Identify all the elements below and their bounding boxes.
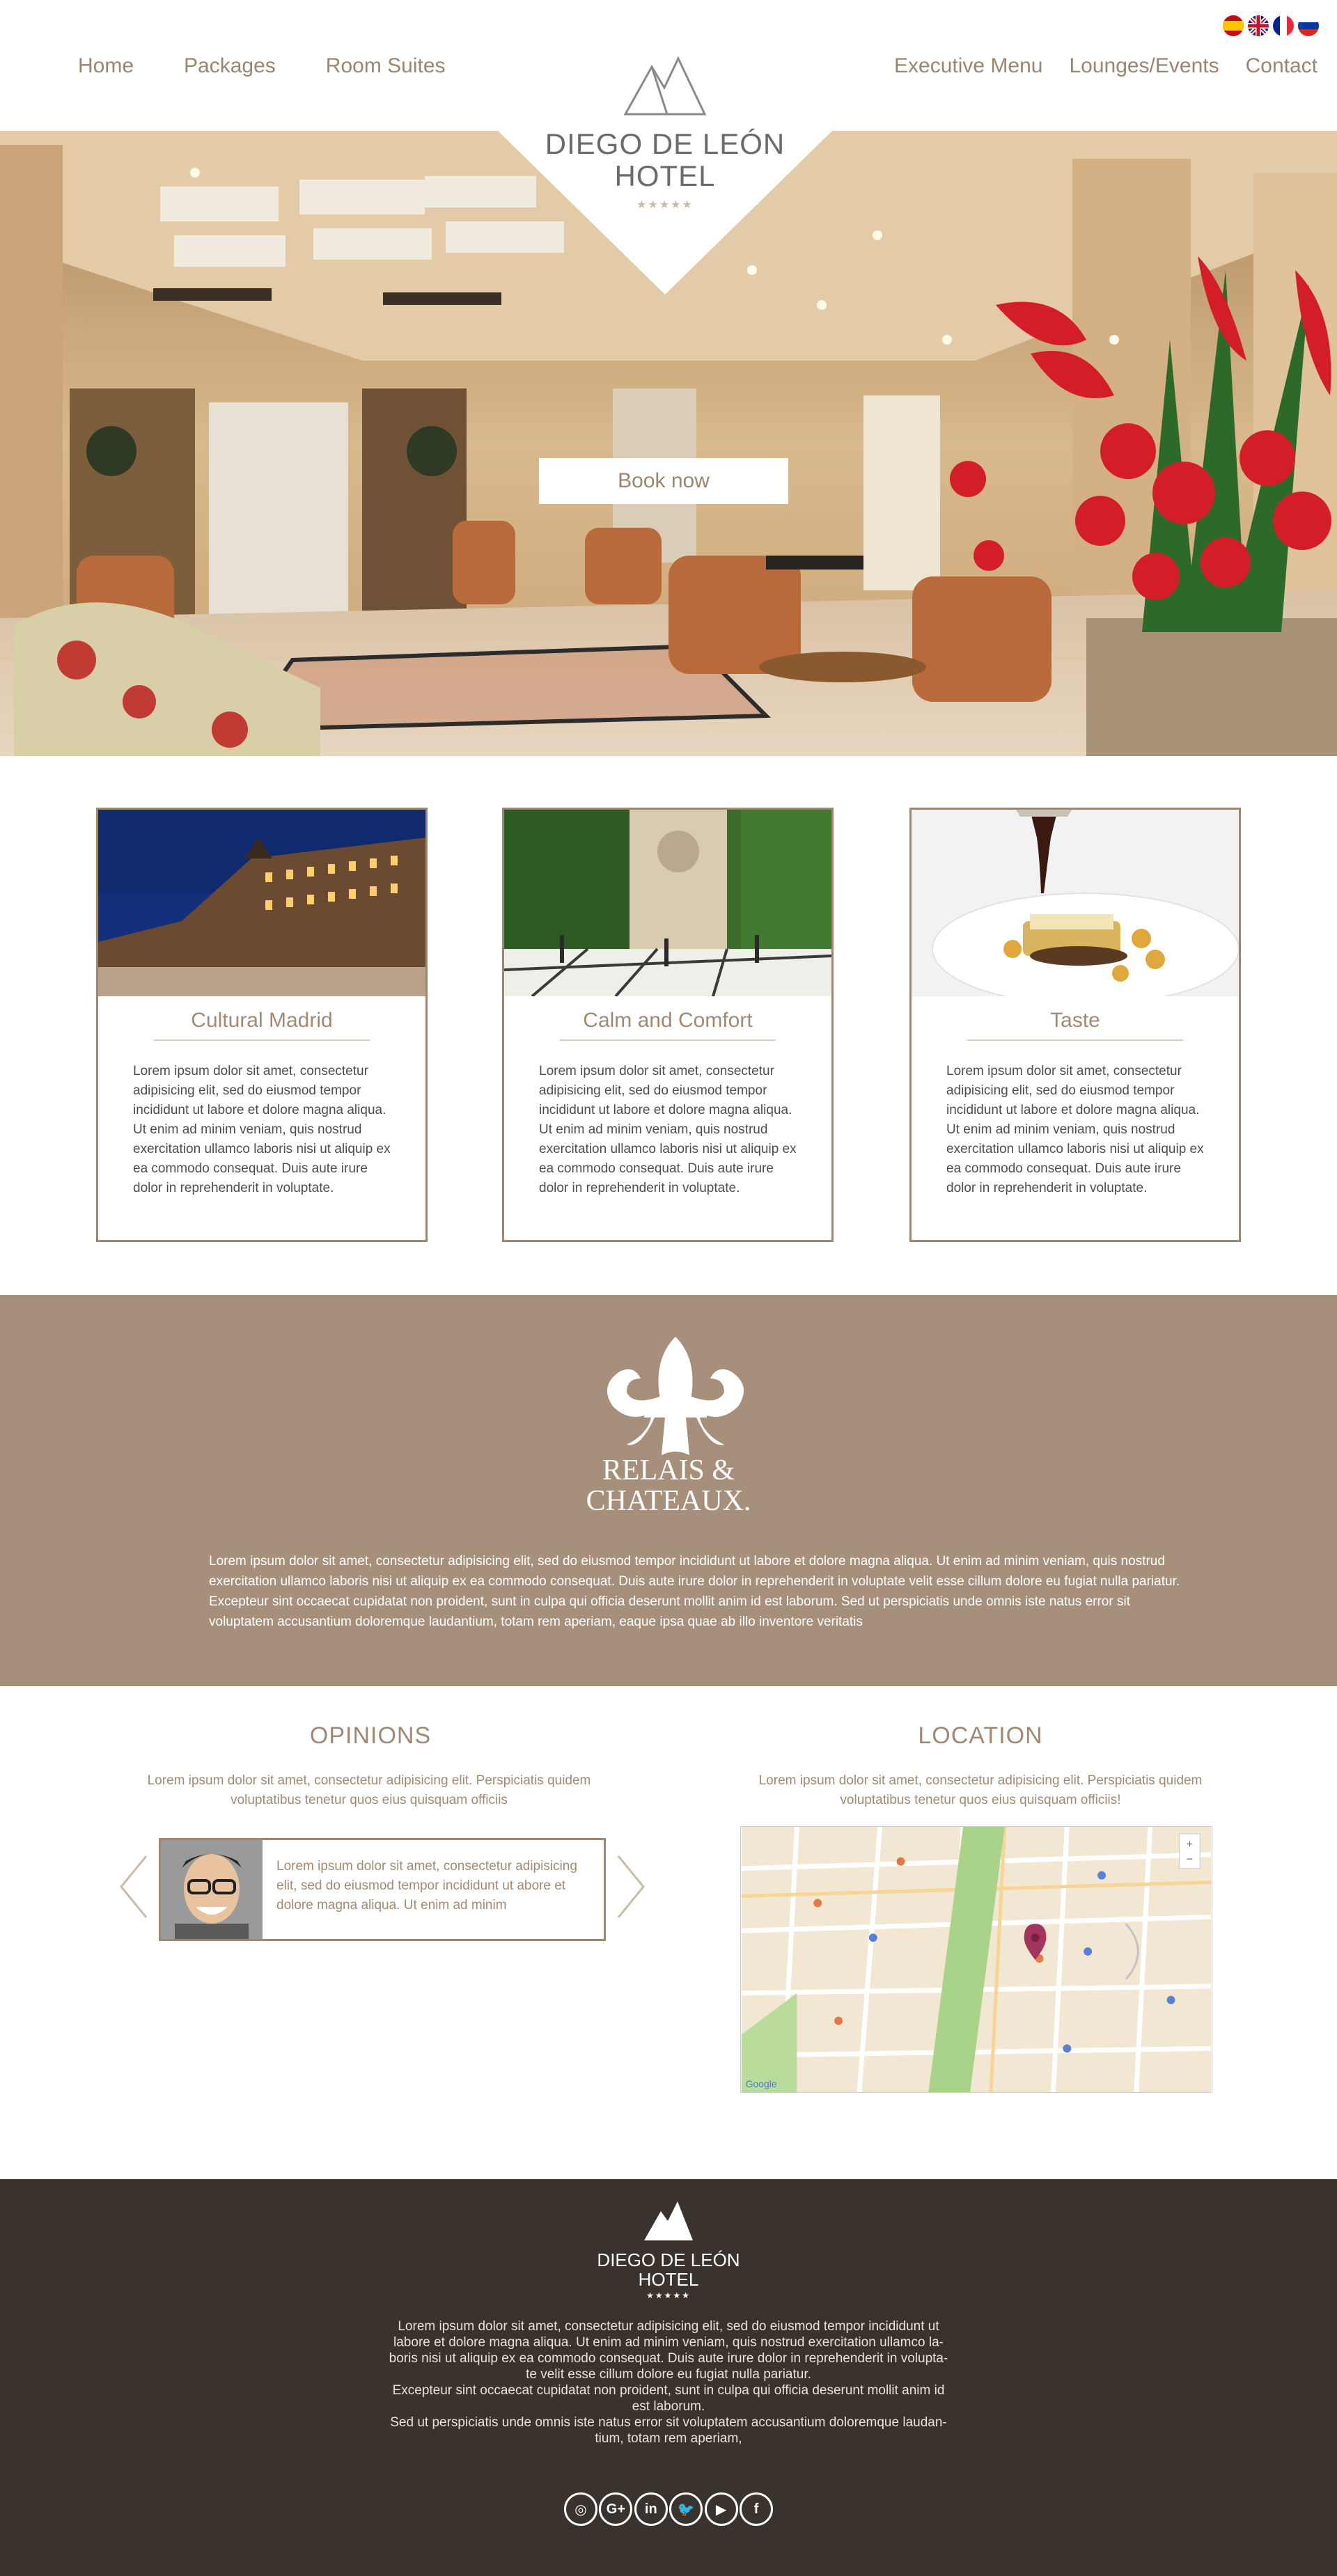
card-cultural-madrid[interactable]: Cultural Madrid Lorem ipsum dolor sit am… xyxy=(96,808,428,1242)
footer-text-line: est laborum. xyxy=(632,2399,705,2414)
nav-room-suites[interactable]: Room Suites xyxy=(326,54,446,78)
facebook-icon[interactable]: f xyxy=(739,2492,773,2526)
primary-nav-right: Executive Menu Lounges/Events Contact xyxy=(868,54,1318,78)
hotel-logo-mountains-icon[interactable] xyxy=(624,53,706,117)
prev-testimonial-arrow-icon[interactable] xyxy=(118,1853,149,1920)
google-plus-icon[interactable]: G+ xyxy=(599,2492,633,2526)
card-title: Taste xyxy=(1050,1009,1100,1032)
relais-name-line-1: RELAIS & xyxy=(602,1454,735,1486)
es-flag-icon[interactable] xyxy=(1223,15,1244,36)
plaza-mayor-photo xyxy=(98,810,425,996)
card-text: Lorem ipsum dolor sit amet, consectetur … xyxy=(539,1064,797,1195)
next-testimonial-arrow-icon[interactable] xyxy=(616,1853,646,1920)
testimonial-card: Lorem ipsum dolor sit amet, consectetur … xyxy=(159,1838,606,1941)
reviewer-avatar xyxy=(161,1840,263,1939)
footer-text-line: Sed ut perspiciatis unde omnis iste natu… xyxy=(390,2415,947,2430)
footer-text-line: te velit esse cillum dolore eu fugiat nu… xyxy=(526,2367,811,2382)
footer-hotel-name: DIEGO DE LEÓN HOTEL xyxy=(529,2250,808,2289)
footer-text-line: tium, totam rem aperiam, xyxy=(595,2431,742,2446)
nav-executive-menu[interactable]: Executive Menu xyxy=(894,54,1042,78)
nav-lounges-events[interactable]: Lounges/Events xyxy=(1069,54,1219,78)
linkedin-icon[interactable]: in xyxy=(634,2492,668,2526)
nav-home[interactable]: Home xyxy=(78,54,134,78)
social-links: ◎ G+ in 🐦 ▶ f xyxy=(564,2492,773,2526)
footer-name-line-1: DIEGO DE LEÓN xyxy=(597,2249,740,2270)
footer-text-line: boris nisi ut aliquip ex ea commodo cons… xyxy=(389,2351,948,2366)
fr-flag-icon[interactable] xyxy=(1273,15,1294,36)
card-title: Cultural Madrid xyxy=(191,1009,333,1032)
opinions-title: OPINIONS xyxy=(309,1722,432,1749)
card-divider xyxy=(967,1039,1183,1041)
svg-text:+: + xyxy=(1187,1839,1193,1851)
relais-name-line-2: CHATEAUX. xyxy=(586,1485,751,1517)
logo-line-2: HOTEL xyxy=(614,159,716,192)
location-subtitle: Lorem ipsum dolor sit amet, consectetur … xyxy=(758,1773,1203,1807)
footer-text-line: labore et dolore magna aliqua. Ut enim a… xyxy=(393,2335,944,2350)
book-now-button[interactable]: Book now xyxy=(539,458,788,504)
footer-text-line: Lorem ipsum dolor sit amet, consectetur … xyxy=(398,2319,939,2334)
garden-terrace-photo xyxy=(504,810,831,996)
card-text: Lorem ipsum dolor sit amet, consectetur … xyxy=(133,1064,391,1195)
language-switcher xyxy=(1223,15,1319,36)
footer-description: Lorem ipsum dolor sit amet, consectetur … xyxy=(362,2318,975,2447)
nav-packages[interactable]: Packages xyxy=(184,54,276,78)
relais-description: Lorem ipsum dolor sit amet, consectetur … xyxy=(209,1554,1180,1629)
instagram-icon[interactable]: ◎ xyxy=(564,2492,597,2526)
twitter-icon[interactable]: 🐦 xyxy=(669,2492,703,2526)
card-title: Calm and Comfort xyxy=(583,1009,753,1032)
svg-text:−: − xyxy=(1187,1854,1193,1866)
gourmet-dish-photo xyxy=(912,810,1239,996)
map-credit: Google xyxy=(746,2078,777,2089)
nav-contact[interactable]: Contact xyxy=(1246,54,1318,78)
feature-cards: Cultural Madrid Lorem ipsum dolor sit am… xyxy=(0,808,1337,1243)
card-divider xyxy=(154,1039,370,1041)
primary-nav-left: Home Packages Room Suites xyxy=(78,54,496,78)
footer-text-line: Excepteur sint occaecat cupidatat non pr… xyxy=(392,2383,945,2398)
footer-stars: ★★★★★ xyxy=(646,2291,691,2300)
relais-chateaux-logo[interactable]: RELAIS & CHATEAUX. xyxy=(529,1455,808,1516)
footer-logo-mountain-icon[interactable] xyxy=(643,2200,694,2242)
card-divider xyxy=(560,1039,776,1041)
card-taste[interactable]: Taste Lorem ipsum dolor sit amet, consec… xyxy=(909,808,1241,1242)
opinions-subtitle: Lorem ipsum dolor sit amet, consectetur … xyxy=(147,1773,591,1807)
relais-chateaux-band: RELAIS & CHATEAUX. Lorem ipsum dolor sit… xyxy=(0,1295,1337,1686)
testimonial-text: Lorem ipsum dolor sit amet, consectetur … xyxy=(276,1859,577,1913)
location-title: LOCATION xyxy=(918,1722,1043,1749)
logo-line-1: DIEGO DE LEÓN xyxy=(545,127,785,160)
location-map[interactable]: + − Google xyxy=(740,1826,1212,2093)
uk-flag-icon[interactable] xyxy=(1248,15,1269,36)
hotel-logo[interactable]: DIEGO DE LEÓN HOTEL ★★★★★ xyxy=(498,128,832,212)
ru-flag-icon[interactable] xyxy=(1298,15,1319,36)
logo-stars: ★★★★★ xyxy=(636,199,694,211)
card-calm-and-comfort[interactable]: Calm and Comfort Lorem ipsum dolor sit a… xyxy=(502,808,834,1242)
card-text: Lorem ipsum dolor sit amet, consectetur … xyxy=(946,1064,1204,1195)
fleur-de-lis-icon xyxy=(607,1337,744,1455)
youtube-icon[interactable]: ▶ xyxy=(704,2492,738,2526)
footer-name-line-2: HOTEL xyxy=(638,2269,699,2290)
site-footer: DIEGO DE LEÓN HOTEL ★★★★★ Lorem ipsum do… xyxy=(0,2179,1337,2576)
